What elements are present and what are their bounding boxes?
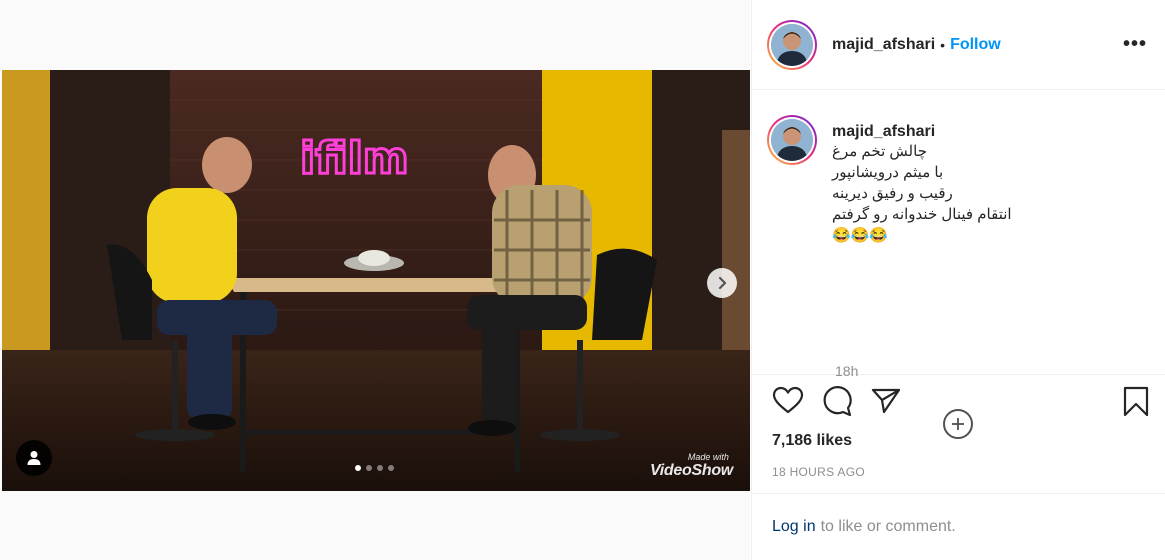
login-prompt-text: to like or comment. [820, 518, 956, 535]
header-username[interactable]: majid_afshari [832, 36, 935, 54]
avatar-image [771, 23, 813, 66]
comment-button[interactable] [821, 385, 853, 417]
post-header: majid_afshari • Follow ••• [752, 0, 1165, 90]
caption-text: majid_afshari چالش تخم مرغ با میثم درویش… [832, 115, 1012, 246]
follow-button[interactable]: Follow [950, 36, 1001, 54]
post-image[interactable]: ifilm [2, 70, 750, 491]
avatar-image [771, 119, 813, 161]
neon-sign: ifilm [300, 133, 409, 184]
user-tag-icon [27, 451, 41, 465]
caption-line: چالش تخم مرغ [832, 143, 927, 160]
save-button[interactable] [1120, 385, 1152, 417]
login-link[interactable]: Log in [772, 518, 816, 536]
like-button[interactable] [772, 385, 804, 417]
caption-avatar[interactable] [767, 115, 817, 165]
caption: majid_afshari چالش تخم مرغ با میثم درویش… [767, 115, 1012, 246]
caption-line: 😂😂😂 [832, 227, 889, 244]
carousel-indicator [355, 465, 394, 471]
media-area: ifilm Made with VideoShow [2, 0, 750, 560]
more-options-button[interactable]: ••• [1123, 34, 1147, 54]
carousel-dot [388, 465, 394, 471]
post-panel: majid_afshari • Follow ••• majid_afshari… [751, 0, 1165, 560]
carousel-dot [366, 465, 372, 471]
like-count[interactable]: 7,186 likes [772, 432, 852, 450]
caption-line: رقیب و رفیق دیرینه [832, 185, 953, 202]
action-bar [752, 385, 1165, 425]
comment-icon [823, 386, 852, 417]
profile-photo [771, 23, 813, 66]
profile-photo [771, 119, 813, 161]
paper-plane-icon [871, 388, 901, 414]
carousel-dot [355, 465, 361, 471]
watermark-line1: Made with [687, 452, 729, 462]
caption-time[interactable]: 18h [835, 363, 858, 379]
comments-section: majid_afshari چالش تخم مرغ با میثم درویش… [752, 90, 1165, 439]
separator: • [940, 36, 946, 53]
login-prompt: Log in to like or comment. [752, 493, 1165, 560]
chevron-right-icon [718, 276, 727, 290]
bookmark-icon [1123, 386, 1149, 417]
caption-line: با میثم درویشانپور [832, 164, 944, 181]
heart-icon [772, 386, 804, 414]
caption-username[interactable]: majid_afshari [832, 123, 1012, 141]
next-slide-button[interactable] [707, 268, 737, 298]
post-timestamp[interactable]: 18 HOURS AGO [772, 465, 865, 479]
carousel-dot [377, 465, 383, 471]
avatar[interactable] [767, 19, 817, 70]
watermark-line2: VideoShow [650, 462, 733, 479]
share-button[interactable] [870, 385, 902, 417]
tagged-users-button[interactable] [16, 440, 52, 476]
caption-line: انتقام فینال خندوانه رو گرفتم [832, 206, 1012, 223]
videoshow-watermark: Made with VideoShow [650, 452, 733, 480]
studio-scene: ifilm [2, 70, 750, 491]
